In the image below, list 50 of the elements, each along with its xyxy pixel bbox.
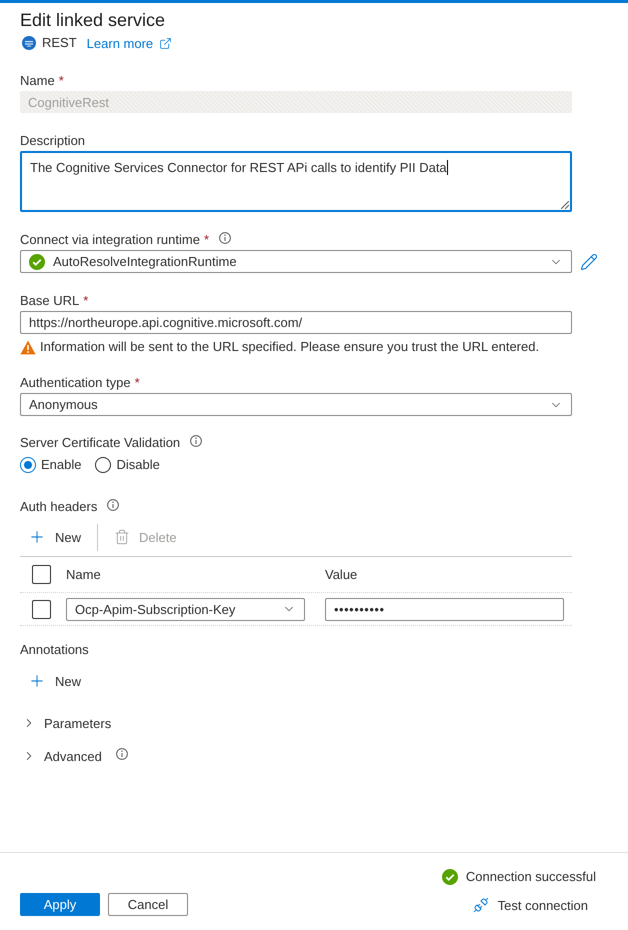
- apply-button[interactable]: Apply: [20, 893, 100, 916]
- row-checkbox[interactable]: [32, 600, 51, 618]
- section-label: Annotations: [20, 642, 89, 658]
- trash-icon: [114, 529, 130, 545]
- field-label: Server Certificate Validation: [20, 435, 180, 451]
- pencil-icon[interactable]: [580, 252, 598, 270]
- required-mark: *: [83, 293, 88, 309]
- warning-message: Information will be sent to the URL specified. Please ensure you trust the URL entered.: [40, 339, 540, 355]
- text-cursor-icon: [446, 160, 448, 175]
- expander-button[interactable]: Parameters: [20, 713, 112, 733]
- password-field[interactable]: ••••••••••: [325, 598, 564, 620]
- field-label: Description: [20, 133, 86, 149]
- column-header: Value: [325, 566, 358, 582]
- dropdown-field[interactable]: Anonymous: [20, 393, 572, 416]
- page-title: Edit linked service: [20, 9, 166, 32]
- field-label: Connect via integration runtime: [20, 232, 200, 248]
- info-icon[interactable]: [107, 499, 120, 511]
- info-icon[interactable]: [190, 435, 202, 447]
- learn-more-link[interactable]: Learn more: [86, 36, 172, 50]
- toolbar-button[interactable]: New: [20, 522, 90, 552]
- required-mark: *: [204, 232, 209, 248]
- info-icon[interactable]: [116, 748, 128, 760]
- plug-icon: [472, 897, 489, 913]
- expander-button[interactable]: Advanced: [20, 746, 128, 766]
- field-label: Base URL: [20, 293, 80, 309]
- external-link-icon: [159, 36, 172, 50]
- info-icon[interactable]: [219, 232, 231, 244]
- radio-option[interactable]: Enable: [20, 457, 82, 473]
- required-mark: *: [58, 73, 64, 89]
- dropdown-field[interactable]: AutoResolveIntegrationRuntime: [20, 250, 572, 273]
- service-logo-icon: [22, 36, 36, 50]
- service-type: REST: [42, 35, 77, 51]
- resize-grip-icon[interactable]: [561, 201, 569, 209]
- field-label: Name: [20, 73, 55, 89]
- text-field[interactable]: https://northeurope.api.cognitive.microsoft.com/: [20, 311, 572, 334]
- field-label: Auth headers: [20, 499, 98, 515]
- required-mark: *: [134, 375, 140, 391]
- column-header: Name: [66, 566, 101, 582]
- field-label: Authentication type: [20, 375, 131, 391]
- radio-option[interactable]: Disable: [95, 457, 160, 473]
- warning-icon: [20, 340, 36, 354]
- new-annotation-button[interactable]: New: [20, 666, 90, 696]
- description-field[interactable]: The Cognitive Services Connector for REST APi calls to identify PII Data: [20, 151, 572, 212]
- header-name-dropdown[interactable]: Ocp-Apim-Subscription-Key: [66, 598, 305, 620]
- test-connection-button[interactable]: Test connection: [472, 894, 596, 916]
- connection-status: Connection successful: [466, 869, 596, 885]
- cancel-button[interactable]: Cancel: [108, 893, 188, 916]
- select-all-checkbox[interactable]: [32, 565, 51, 584]
- radio-icon[interactable]: [95, 457, 112, 473]
- radio-icon[interactable]: [20, 457, 36, 473]
